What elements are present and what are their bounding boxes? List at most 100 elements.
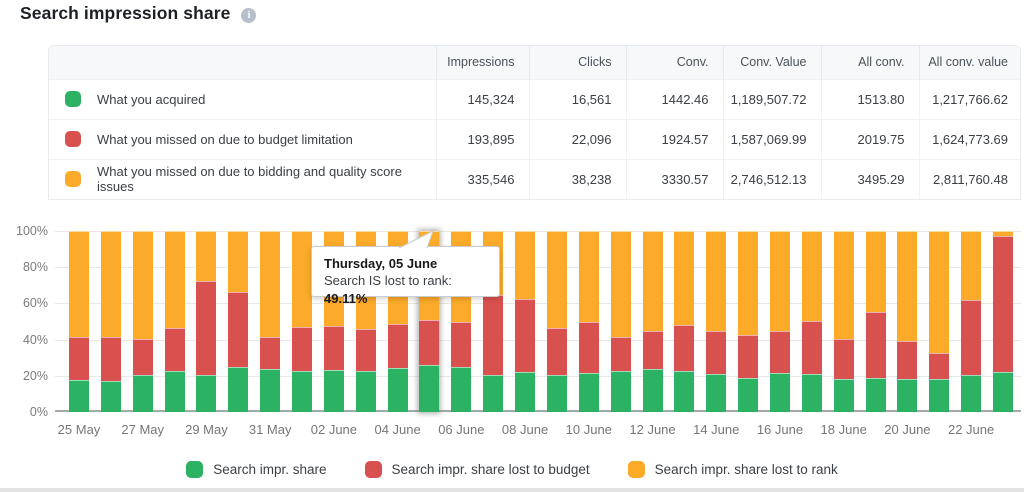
row-label: What you acquired bbox=[97, 92, 205, 107]
bar-20-june[interactable] bbox=[897, 231, 917, 412]
bar-segment bbox=[388, 368, 408, 412]
bar-segment bbox=[356, 371, 376, 412]
y-axis: 0%20%40%60%80%100% bbox=[0, 231, 48, 412]
bar-segment bbox=[483, 375, 503, 412]
bar-segment bbox=[101, 381, 121, 412]
bar-25-may[interactable] bbox=[69, 231, 89, 412]
bar-segment bbox=[228, 367, 248, 412]
bar-27-may[interactable] bbox=[133, 231, 153, 412]
bar-segment bbox=[834, 339, 854, 379]
x-axis-label: 20 June bbox=[872, 422, 942, 437]
bar-14-june[interactable] bbox=[706, 231, 726, 412]
y-axis-label: 60% bbox=[0, 295, 48, 311]
bar-segment bbox=[260, 369, 280, 412]
column-header-impressions: Impressions bbox=[436, 46, 529, 79]
tooltip-date: Thursday, 05 June bbox=[324, 255, 487, 272]
bar-segment bbox=[260, 337, 280, 369]
metric-value: 3495.29 bbox=[821, 159, 919, 199]
bar-23-june[interactable] bbox=[993, 231, 1013, 412]
x-axis-label: 16 June bbox=[745, 422, 815, 437]
x-axis-label: 18 June bbox=[809, 422, 879, 437]
bar-segment bbox=[674, 231, 694, 325]
bar-segment bbox=[929, 231, 949, 353]
bar-segment bbox=[292, 231, 312, 327]
legend-item-search-impr-share-lost-to-budget[interactable]: Search impr. share lost to budget bbox=[365, 461, 590, 478]
bar-30-may[interactable] bbox=[228, 231, 248, 412]
legend-label: Search impr. share lost to rank bbox=[655, 462, 838, 477]
bar-segment bbox=[196, 231, 216, 281]
bar-segment bbox=[897, 379, 917, 412]
bar-31-may[interactable] bbox=[260, 231, 280, 412]
legend-item-search-impr-share-lost-to-rank[interactable]: Search impr. share lost to rank bbox=[628, 461, 838, 478]
bar-segment bbox=[611, 231, 631, 337]
bar-segment bbox=[993, 236, 1013, 372]
info-icon[interactable]: i bbox=[241, 8, 256, 23]
bar-segment bbox=[451, 322, 471, 366]
bar-segment bbox=[897, 231, 917, 341]
bar-11-june[interactable] bbox=[611, 231, 631, 412]
x-axis-label: 02 June bbox=[299, 422, 369, 437]
legend-swatch bbox=[628, 461, 645, 478]
bar-09-june[interactable] bbox=[547, 231, 567, 412]
bar-28-may[interactable] bbox=[165, 231, 185, 412]
series-swatch bbox=[65, 91, 81, 107]
bar-segment bbox=[515, 372, 535, 412]
bar-17-june[interactable] bbox=[802, 231, 822, 412]
bar-18-june[interactable] bbox=[834, 231, 854, 412]
bar-segment bbox=[547, 375, 567, 412]
table-row: What you missed on due to budget limitat… bbox=[49, 119, 1021, 159]
bar-segment bbox=[834, 231, 854, 339]
bar-08-june[interactable] bbox=[515, 231, 535, 412]
metric-value: 1924.57 bbox=[626, 119, 723, 159]
bar-segment bbox=[165, 371, 185, 412]
bar-segment bbox=[866, 378, 886, 412]
x-axis-label: 08 June bbox=[490, 422, 560, 437]
bar-segment bbox=[196, 281, 216, 375]
x-axis-label: 12 June bbox=[618, 422, 688, 437]
bar-segment bbox=[356, 329, 376, 372]
bar-segment bbox=[579, 373, 599, 412]
bar-12-june[interactable] bbox=[643, 231, 663, 412]
bar-segment bbox=[611, 337, 631, 371]
bar-segment bbox=[324, 326, 344, 370]
bar-26-may[interactable] bbox=[101, 231, 121, 412]
bar-segment bbox=[706, 231, 726, 331]
metric-value: 1,624,773.69 bbox=[919, 119, 1021, 159]
bar-segment bbox=[770, 373, 790, 412]
bar-segment bbox=[738, 231, 758, 335]
bar-15-june[interactable] bbox=[738, 231, 758, 412]
metric-value: 335,546 bbox=[436, 159, 529, 199]
bar-segment bbox=[866, 231, 886, 312]
bar-01-june[interactable] bbox=[292, 231, 312, 412]
legend-swatch bbox=[186, 461, 203, 478]
row-label-cell: What you missed on due to budget limitat… bbox=[49, 119, 436, 159]
legend-item-search-impr-share[interactable]: Search impr. share bbox=[186, 461, 326, 478]
bar-segment bbox=[961, 375, 981, 412]
bar-segment bbox=[451, 367, 471, 412]
chart-legend: Search impr. share Search impr. share los… bbox=[0, 461, 1024, 478]
bar-13-june[interactable] bbox=[674, 231, 694, 412]
y-axis-label: 20% bbox=[0, 368, 48, 384]
series-swatch bbox=[65, 131, 81, 147]
x-axis-label: 14 June bbox=[681, 422, 751, 437]
bar-29-may[interactable] bbox=[196, 231, 216, 412]
tooltip-pointer bbox=[393, 228, 443, 249]
bar-22-june[interactable] bbox=[961, 231, 981, 412]
bar-segment bbox=[961, 300, 981, 375]
bar-segment bbox=[643, 331, 663, 369]
series-swatch bbox=[65, 171, 81, 187]
bar-segment bbox=[515, 231, 535, 299]
bar-21-june[interactable] bbox=[929, 231, 949, 412]
table-row: What you acquired145,32416,5611442.461,1… bbox=[49, 79, 1021, 119]
bottom-scroll-strip[interactable] bbox=[0, 488, 1024, 492]
bar-segment bbox=[69, 380, 89, 412]
bar-segment bbox=[547, 231, 567, 328]
bar-19-june[interactable] bbox=[866, 231, 886, 412]
bar-segment bbox=[579, 231, 599, 322]
bar-segment bbox=[324, 370, 344, 412]
bar-16-june[interactable] bbox=[770, 231, 790, 412]
bar-segment bbox=[643, 231, 663, 331]
metric-value: 2019.75 bbox=[821, 119, 919, 159]
bar-10-june[interactable] bbox=[579, 231, 599, 412]
metric-value: 1,587,069.99 bbox=[723, 119, 821, 159]
